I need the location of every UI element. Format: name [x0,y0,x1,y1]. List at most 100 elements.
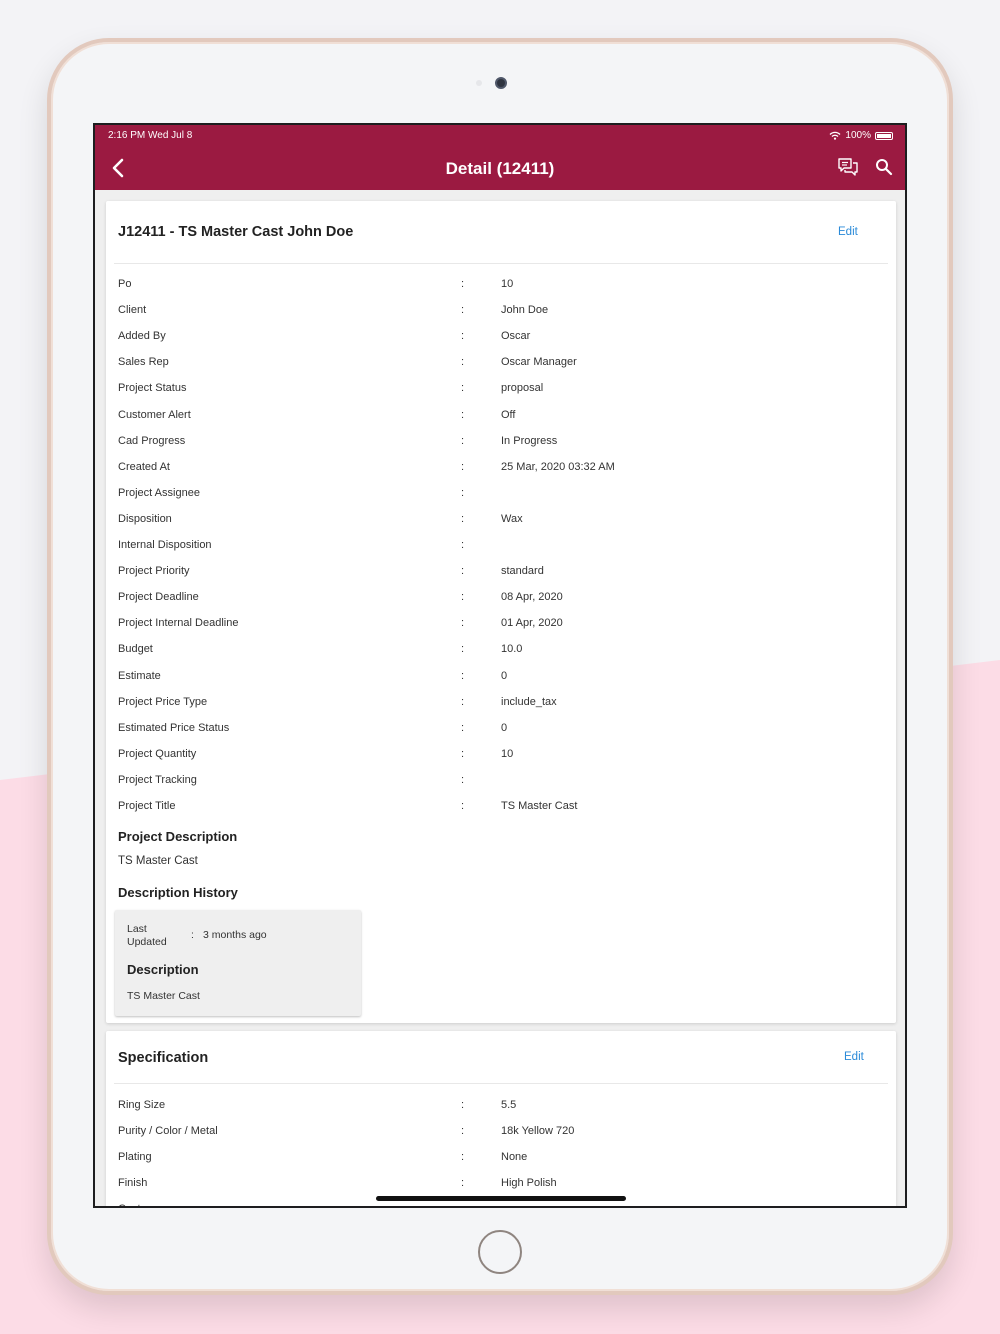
detail-row: Ring Size: 5.5 [106,1099,896,1125]
description-history-heading: Description History [118,885,238,900]
home-button[interactable] [478,1230,522,1274]
field-label: Estimated Price Status [118,721,230,734]
edit-project-link[interactable]: Edit [838,226,858,238]
detail-row: Disposition: Wax [106,513,896,539]
detail-row: Client: John Doe [106,304,896,330]
history-separator: : [191,929,194,941]
field-separator: : [461,356,465,369]
field-label: Created At [118,460,170,473]
front-camera [495,77,507,89]
field-separator: : [461,382,465,395]
field-value: 08 Apr, 2020 [501,591,563,604]
detail-row: Project Internal Deadline: 01 Apr, 2020 [106,617,896,643]
field-separator: : [461,512,465,525]
field-value: None [501,1151,528,1163]
detail-row: Customer Alert: Off [106,409,896,435]
field-separator: : [461,1203,464,1206]
field-value: Oscar [501,330,531,343]
field-label: Project Priority [118,565,190,578]
field-separator: : [461,330,465,343]
field-label: Purity / Color / Metal [118,1125,218,1137]
field-separator: : [461,721,465,734]
field-value: 0 [501,721,508,734]
detail-row: Project Deadline: 08 Apr, 2020 [106,591,896,617]
field-separator: : [461,800,465,812]
battery-percent: 100% [845,130,871,141]
app-screen: 2:16 PM Wed Jul 8 100% Detail (12411) J1 [93,123,907,1208]
history-description-heading: Description [127,962,199,977]
field-value: 5.5 [501,1099,517,1111]
field-label: Plating [118,1151,152,1163]
project-title: J12411 - TS Master Cast John Doe [118,224,354,240]
battery-icon [875,131,893,140]
field-separator: : [461,408,465,421]
status-time: 2:16 PM Wed Jul 8 [108,130,193,141]
field-label: Project Deadline [118,591,199,604]
status-right: 100% [829,130,893,141]
field-value: 10 [501,278,514,290]
search-icon[interactable] [875,158,893,176]
field-separator: : [461,773,465,786]
field-label: Customer Alert [118,408,191,421]
field-value: standard [501,565,544,578]
field-label: Project Tracking [118,773,197,786]
detail-row: Project Price Type: include_tax [106,696,896,722]
app-bar: 2:16 PM Wed Jul 8 100% Detail (12411) [95,125,905,190]
field-value: include_tax [501,695,557,708]
field-value: 10.0 [501,643,523,656]
home-indicator [376,1196,626,1201]
field-label: Budget [118,643,153,656]
detail-row: Purity / Color / Metal: 18k Yellow 720 [106,1125,896,1151]
field-value: proposal [501,382,544,395]
field-label: Po [118,278,132,290]
wifi-icon [829,131,841,140]
page-title: Detail (12411) [445,159,555,178]
detail-row: Created At: 25 Mar, 2020 03:32 AM [106,461,896,487]
chat-icon[interactable] [836,156,860,178]
field-label: Disposition [118,512,172,525]
specification-card: Specification Edit Ring Size: 5.5 Purity /… [106,1031,896,1206]
field-value: 18k Yellow 720 [501,1125,575,1137]
field-label: Ring Size [118,1099,166,1111]
field-separator: : [461,486,465,499]
field-separator: : [461,747,465,760]
field-separator: : [461,669,465,682]
field-separator: : [461,1177,465,1189]
field-label: Added By [118,330,166,343]
detail-row: Budget: 10.0 [106,643,896,669]
field-label: Cad Progress [118,434,186,447]
field-label: Project Quantity [118,747,197,760]
field-separator: : [461,643,465,656]
field-separator: : [461,565,465,578]
specification-title: Specification [118,1050,209,1066]
detail-row: Estimated Price Status: 0 [106,722,896,748]
field-label: Project Price Type [118,695,208,708]
project-detail-card: J12411 - TS Master Cast John Doe Edit Po… [106,201,896,1023]
detail-row: Plating: None [106,1151,896,1177]
field-label: Finish [118,1177,148,1189]
detail-row: Project Assignee: [106,487,896,513]
detail-row: Project Title: TS Master Cast [106,800,896,826]
field-value: Wax [501,512,523,525]
field-label: Project Assignee [118,486,200,499]
detail-row: Project Quantity: 10 [106,748,896,774]
field-label: Internal Disposition [118,539,212,551]
last-updated-label: Last Updated [127,923,167,948]
field-separator: : [461,1151,465,1163]
front-sensor [476,80,482,86]
field-value: High Polish [501,1177,557,1189]
field-value: TS Master Cast [501,800,578,812]
field-label: Project Status [118,382,187,395]
detail-row: Estimate: 0 [106,670,896,696]
detail-row: Added By: Oscar [106,330,896,356]
field-label: Client [118,304,147,317]
edit-specification-link[interactable]: Edit [844,1051,864,1063]
project-description-text: TS Master Cast [118,855,198,867]
detail-row: Project Status: proposal [106,382,896,408]
detail-row: Custom: [106,1203,896,1206]
field-value: Oscar Manager [501,356,577,369]
field-value: John Doe [501,304,549,317]
field-separator: : [461,1099,465,1111]
history-description-text: TS Master Cast [127,990,200,1002]
field-value: Off [501,408,516,421]
